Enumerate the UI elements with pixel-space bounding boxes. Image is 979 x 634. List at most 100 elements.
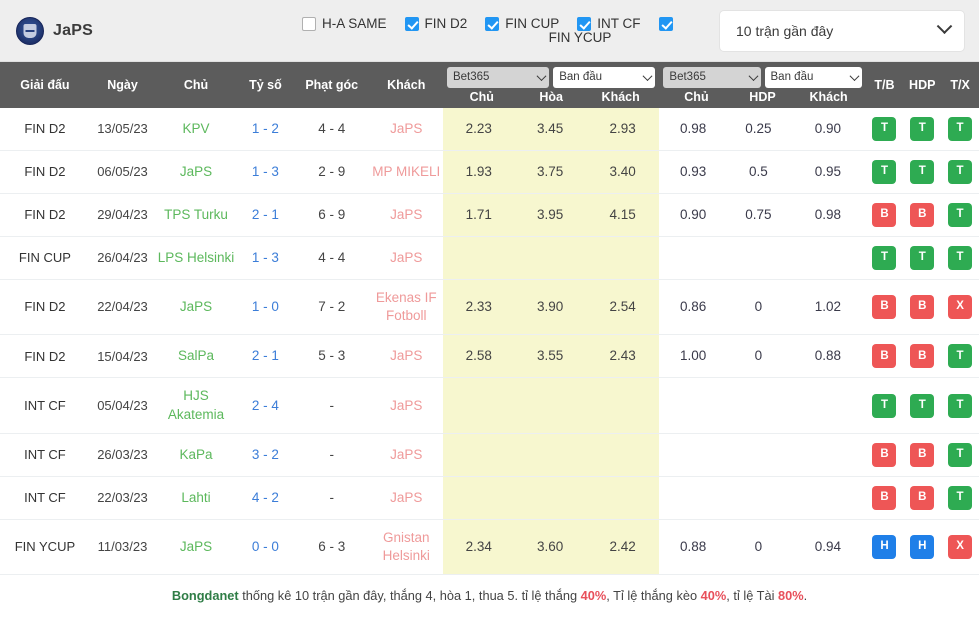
cell-result-tb: H [866,519,904,574]
cell-ah-away: 0.90 [790,108,866,151]
summary-over-pct: 80% [778,588,804,603]
cell-ah-home [659,378,726,433]
badge-tx: T [948,443,972,467]
cell-home-team: JaPS [155,151,237,194]
checkbox-ha-same[interactable] [302,17,316,31]
summary-win-pct: 40% [581,588,607,603]
checkbox-fin-d2[interactable] [405,17,419,31]
cell-league: FIN D2 [0,151,90,194]
phase-select-1-value: Ban đầu [559,71,602,83]
bookmaker-select-2[interactable]: Bet365 [663,67,760,88]
cell-home-team: LPS Helsinki [155,237,237,280]
cell-result-tb: B [866,335,904,378]
cell-ah-hdp [727,237,790,280]
cell-score: 1 - 2 [237,108,294,151]
phase-select-2-value: Ban đầu [771,71,814,83]
cell-ah-hdp: 0.5 [727,151,790,194]
col-header-corner: Phạt góc [294,62,370,108]
recent-matches-value: 10 trận gần đây [736,23,833,39]
cell-score: 3 - 2 [237,433,294,476]
table-row[interactable]: FIN D222/04/23JaPS1 - 07 - 2Ekenas IF Fo… [0,280,979,335]
table-row[interactable]: FIN CUP26/04/23LPS Helsinki1 - 34 - 4JaP… [0,237,979,280]
cell-result-hdp: B [903,433,941,476]
cell-ah-away: 0.98 [790,194,866,237]
cell-away-team: JaPS [370,378,443,433]
cell-odds-home [443,433,514,476]
summary-text-3: , tỉ lệ Tài [726,588,778,603]
col-header-tx: T/X [941,62,979,108]
league-filter-group: H-A SAME FIN D2 FIN CUP INT CF FIN YCUP [278,16,708,45]
cell-odds-home: 2.33 [443,280,514,335]
cell-ah-hdp [727,476,790,519]
cell-away-team: Ekenas IF Fotboll [370,280,443,335]
phase-select-1[interactable]: Ban đầu [553,67,655,88]
col-header-away: Khách [370,62,443,108]
cell-ah-home [659,433,726,476]
cell-corner: 6 - 3 [294,519,370,574]
cell-result-hdp: T [903,151,941,194]
cell-result-tb: B [866,194,904,237]
col-header-odds-group-2: Bet365 Ban đầu Chủ HDP Khách [659,62,865,108]
cell-score: 1 - 3 [237,151,294,194]
subcol-header-1-away: Khách [586,90,655,104]
cell-away-team: JaPS [370,433,443,476]
cell-ah-hdp: 0 [727,335,790,378]
cell-result-tb: T [866,108,904,151]
summary-text-2: , Tỉ lệ thắng kèo [606,588,700,603]
cell-away-team: JaPS [370,237,443,280]
cell-odds-away: 2.93 [586,108,660,151]
table-row[interactable]: INT CF05/04/23HJS Akatemia2 - 4-JaPSTTT [0,378,979,433]
summary-text-4: . [804,588,808,603]
filter-fin-cup[interactable]: FIN CUP [485,16,559,31]
cell-result-hdp: T [903,108,941,151]
filter-label-int-cf: INT CF [597,16,640,31]
badge-tb: B [872,344,896,368]
cell-corner: 2 - 9 [294,151,370,194]
table-row[interactable]: INT CF22/03/23Lahti4 - 2-JaPSBBT [0,476,979,519]
widget-header: JaPS H-A SAME FIN D2 FIN CUP INT CF [0,0,979,62]
cell-result-tx: T [941,108,979,151]
cell-result-tb: T [866,378,904,433]
cell-away-team: JaPS [370,335,443,378]
cell-corner: - [294,378,370,433]
table-row[interactable]: FIN D213/05/23KPV1 - 24 - 4JaPS2.233.452… [0,108,979,151]
filter-int-cf[interactable]: INT CF [577,16,640,31]
cell-league: FIN YCUP [0,519,90,574]
badge-hdp: B [910,486,934,510]
cell-ah-away: 0.88 [790,335,866,378]
checkbox-int-cf[interactable] [577,17,591,31]
cell-ah-hdp: 0.25 [727,108,790,151]
table-body: FIN D213/05/23KPV1 - 24 - 4JaPS2.233.452… [0,108,979,575]
table-row[interactable]: INT CF26/03/23KaPa3 - 2-JaPSBBT [0,433,979,476]
cell-score: 4 - 2 [237,476,294,519]
table-row[interactable]: FIN D206/05/23JaPS1 - 32 - 9MP MIKELI1.9… [0,151,979,194]
cell-result-hdp: H [903,519,941,574]
badge-tx: T [948,344,972,368]
table-row[interactable]: FIN D215/04/23SalPa2 - 15 - 3JaPS2.583.5… [0,335,979,378]
filter-fin-ycup[interactable] [659,17,673,31]
cell-date: 05/04/23 [90,378,155,433]
cell-ah-home: 0.93 [659,151,726,194]
cell-home-team: JaPS [155,519,237,574]
checkbox-fin-ycup[interactable] [659,17,673,31]
phase-select-2[interactable]: Ban đầu [765,67,862,88]
chevron-down-icon [937,18,953,34]
table-row[interactable]: FIN YCUP11/03/23JaPS0 - 06 - 3Gnistan He… [0,519,979,574]
cell-score: 1 - 0 [237,280,294,335]
cell-corner: - [294,476,370,519]
bookmaker-select-2-value: Bet365 [669,71,705,83]
cell-result-tx: T [941,194,979,237]
filter-ha-same[interactable]: H-A SAME [302,16,387,31]
cell-score: 2 - 4 [237,378,294,433]
recent-matches-select[interactable]: 10 trận gần đây [719,10,965,52]
cell-date: 29/04/23 [90,194,155,237]
cell-result-tb: B [866,476,904,519]
table-row[interactable]: FIN D229/04/23TPS Turku2 - 16 - 9JaPS1.7… [0,194,979,237]
cell-ah-home: 0.86 [659,280,726,335]
cell-odds-draw: 3.95 [514,194,585,237]
cell-date: 15/04/23 [90,335,155,378]
bookmaker-select-1[interactable]: Bet365 [447,67,549,88]
filter-fin-d2[interactable]: FIN D2 [405,16,468,31]
checkbox-fin-cup[interactable] [485,17,499,31]
badge-hdp: B [910,443,934,467]
